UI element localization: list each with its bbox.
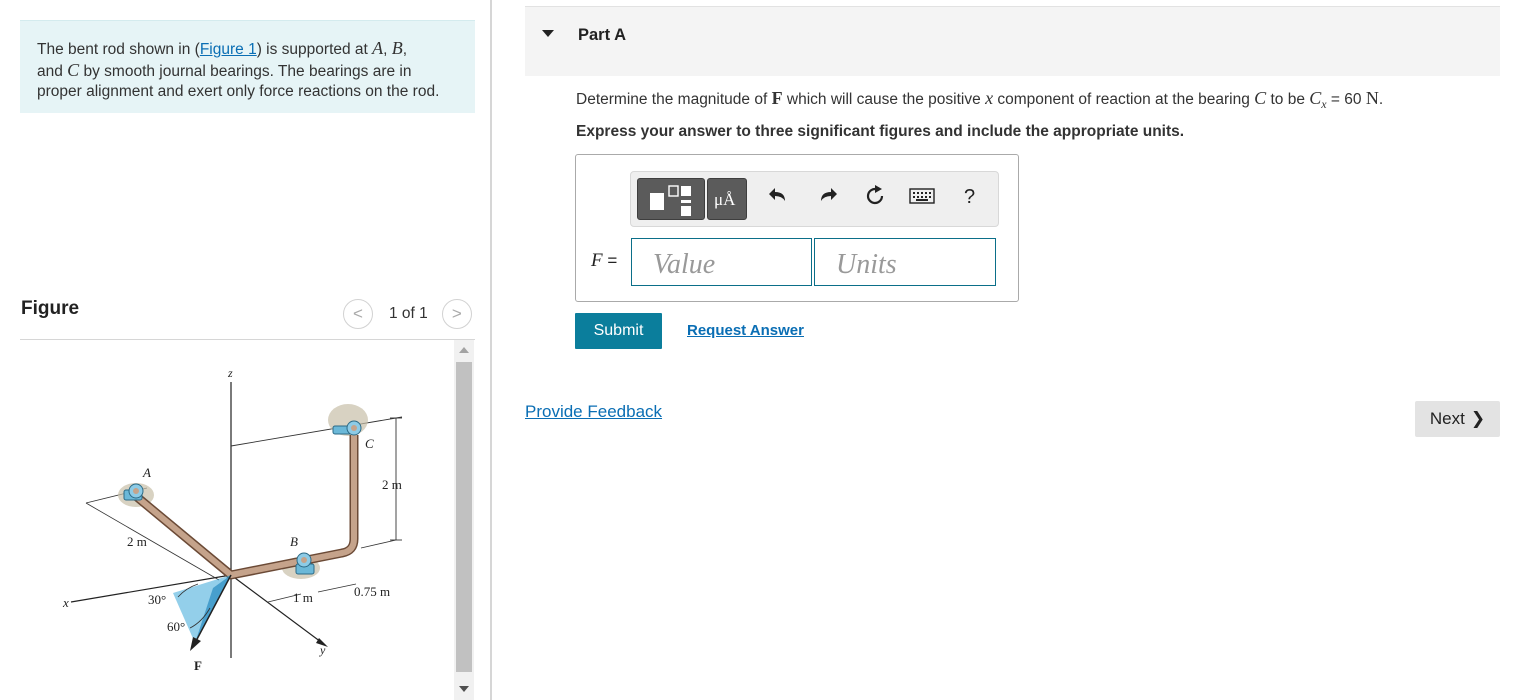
reset-button[interactable]: [863, 184, 887, 208]
question-fragment: = 60: [1326, 91, 1366, 108]
label-angle-60: 60°: [167, 619, 185, 634]
mu-angstrom-icon: μÅ: [714, 190, 736, 209]
question-fragment: which will cause the positive: [782, 91, 986, 108]
provide-feedback-link[interactable]: Provide Feedback: [525, 402, 662, 422]
question-fragment: .: [1378, 91, 1384, 108]
problem-text: ,: [383, 41, 392, 58]
label-F: F: [194, 658, 202, 673]
scroll-down-icon[interactable]: [459, 686, 469, 692]
request-answer-link[interactable]: Request Answer: [687, 322, 804, 339]
question-fragment: Determine the magnitude of: [576, 91, 772, 108]
value-input[interactable]: [631, 238, 812, 286]
var-C: C: [67, 60, 80, 80]
units-button[interactable]: μÅ: [707, 178, 747, 220]
figure-title: Figure: [21, 298, 80, 319]
var-Cx: C: [1309, 88, 1322, 108]
problem-statement: The bent rod shown in (Figure 1) is supp…: [20, 20, 475, 113]
templates-button[interactable]: [637, 178, 705, 220]
left-panel: The bent rod shown in (Figure 1) is supp…: [0, 0, 490, 700]
question-text: Determine the magnitude of F which will …: [576, 88, 1383, 112]
figure-scrollbar[interactable]: [454, 340, 474, 700]
collapse-caret-icon[interactable]: [542, 30, 554, 37]
figure-pager: < 1 of 1 >: [343, 299, 472, 329]
problem-text: by smooth journal bearings. The bearings…: [79, 63, 412, 80]
label-A: A: [142, 465, 151, 480]
next-button[interactable]: Next ❯: [1415, 401, 1500, 437]
keyboard-icon: [909, 188, 935, 204]
ref-line-top: [230, 416, 403, 447]
units-input[interactable]: [814, 238, 996, 286]
label-x: x: [62, 595, 69, 610]
question-fragment: to be: [1266, 91, 1310, 108]
undo-icon: [769, 188, 785, 201]
next-label: Next: [1429, 409, 1465, 428]
label-z: z: [227, 366, 233, 380]
redo-button[interactable]: [817, 184, 839, 206]
equals-sign: =: [602, 251, 618, 270]
part-a-header[interactable]: Part A: [525, 6, 1500, 76]
page-count: 1 of 1: [389, 305, 428, 322]
var-C: C: [1254, 88, 1267, 108]
math-toolbar: μÅ ?: [630, 171, 999, 227]
label-2m-arm: 2 m: [127, 534, 147, 549]
var-F: F: [591, 250, 603, 271]
label-angle-30: 30°: [148, 592, 166, 607]
part-title: Part A: [578, 26, 626, 44]
var-F: F: [771, 88, 783, 108]
answer-box: μÅ ? F =: [575, 154, 1019, 302]
question-fragment: component of reaction at the bearing: [993, 91, 1255, 108]
problem-text: The bent rod shown in (: [37, 41, 200, 58]
keyboard-button[interactable]: [909, 188, 935, 204]
bent-rod-diagram: z C A 2 m 2 m B x 30° 1 m 0.75 m 60° y F: [62, 366, 403, 673]
label-1m: 1 m: [293, 590, 313, 605]
scroll-up-icon[interactable]: [459, 347, 469, 353]
label-C: C: [365, 436, 374, 451]
reset-icon: [866, 185, 884, 205]
scroll-thumb[interactable]: [456, 362, 472, 672]
chevron-right-icon: >: [451, 304, 462, 323]
label-075m: 0.75 m: [354, 584, 390, 599]
bent-rod-outline: [134, 435, 359, 580]
dim-line-075m: [317, 583, 357, 593]
redo-icon: [821, 188, 837, 201]
undo-button[interactable]: [767, 184, 789, 206]
answer-variable-label: F =: [591, 250, 617, 272]
label-B: B: [290, 534, 298, 549]
templates-icon: [650, 185, 691, 216]
problem-text: ,: [402, 41, 408, 58]
problem-text: proper alignment and exert only force re…: [37, 83, 440, 100]
y-axis: [230, 574, 326, 646]
var-A: A: [372, 38, 384, 58]
chevron-left-icon: <: [353, 304, 363, 323]
label-y: y: [319, 643, 326, 657]
figure-viewport: z C A 2 m 2 m B x 30° 1 m 0.75 m 60° y F: [20, 340, 454, 700]
submit-button[interactable]: Submit: [575, 313, 662, 349]
label-2m-vert: 2 m: [382, 477, 402, 492]
figure-link[interactable]: Figure 1: [200, 41, 257, 58]
problem-text: ) is supported at: [256, 41, 373, 58]
help-button[interactable]: ?: [964, 186, 975, 209]
unit-N: N: [1365, 88, 1379, 108]
instruction-text: Express your answer to three significant…: [576, 123, 1185, 140]
force-arrowhead: [190, 637, 201, 651]
prev-figure-button[interactable]: <: [343, 299, 373, 329]
var-x: x: [985, 88, 994, 108]
ref-line-B: [360, 539, 397, 549]
problem-text: and: [37, 63, 68, 80]
panel-divider: [490, 0, 492, 700]
next-figure-button[interactable]: >: [441, 299, 472, 329]
var-B: B: [391, 38, 403, 58]
chevron-right-icon: ❯: [1470, 409, 1486, 428]
